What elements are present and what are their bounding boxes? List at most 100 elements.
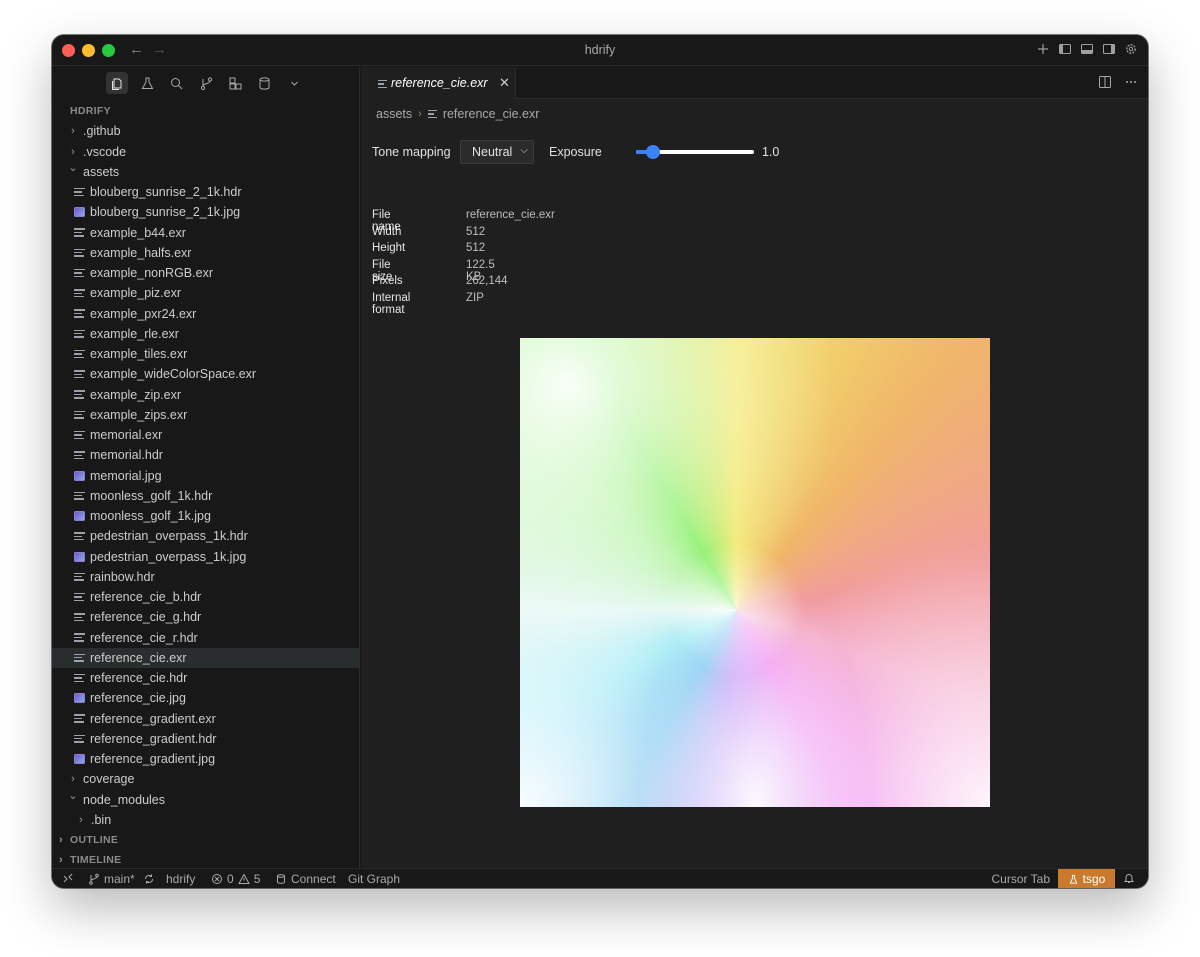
file-item[interactable]: pedestrian_overpass_1k.hdr (52, 526, 359, 546)
file-item[interactable]: reference_gradient.hdr (52, 729, 359, 749)
file-item[interactable]: reference_cie_r.hdr (52, 628, 359, 648)
breadcrumb-separator-icon: › (418, 108, 422, 120)
file-label: example_rle.exr (90, 326, 179, 341)
toggle-secondary-sidebar-icon[interactable] (1102, 42, 1116, 56)
outline-section-header[interactable]: › OUTLINE (52, 830, 359, 850)
file-item[interactable]: moonless_golf_1k.hdr (52, 486, 359, 506)
source-control-icon[interactable] (195, 72, 217, 94)
file-item[interactable]: example_zip.exr (52, 385, 359, 405)
file-item[interactable]: example_pxr24.exr (52, 304, 359, 324)
file-item[interactable]: example_wideColorSpace.exr (52, 364, 359, 384)
git-branch-icon (89, 873, 99, 885)
info-key: Internal format (372, 291, 411, 316)
file-item[interactable]: reference_cie_g.hdr (52, 607, 359, 627)
file-item[interactable]: example_halfs.exr (52, 243, 359, 263)
file-item[interactable]: example_b44.exr (52, 223, 359, 243)
testing-flask-icon[interactable] (136, 72, 158, 94)
extensions-icon[interactable] (224, 72, 246, 94)
file-label: reference_cie_r.hdr (90, 630, 198, 645)
project-name[interactable]: hdrify (166, 872, 195, 886)
folder-vscode[interactable]: › .vscode (52, 142, 359, 162)
file-item[interactable]: reference_cie.jpg (52, 688, 359, 708)
file-item[interactable]: example_piz.exr (52, 283, 359, 303)
explorer-files-icon[interactable] (106, 72, 128, 94)
file-item[interactable]: example_rle.exr (52, 324, 359, 344)
toggle-primary-sidebar-icon[interactable] (1058, 42, 1072, 56)
folder-coverage[interactable]: › coverage (52, 769, 359, 789)
file-item[interactable]: memorial.exr (52, 425, 359, 445)
notifications-bell-icon[interactable] (1123, 872, 1135, 884)
file-label: pedestrian_overpass_1k.jpg (90, 549, 247, 564)
tone-mapping-select[interactable]: Neutral ⌵ (460, 140, 534, 164)
connect-label: Connect (291, 872, 336, 886)
file-item[interactable]: memorial.hdr (52, 445, 359, 465)
file-lines-icon (74, 713, 85, 725)
tab-reference-cie-exr[interactable]: reference_cie.exr ✕ (361, 67, 516, 99)
file-item[interactable]: reference_cie_b.hdr (52, 587, 359, 607)
editor-area: reference_cie.exr ✕ assets › reference_c… (361, 67, 1148, 868)
hdr-image-preview[interactable] (520, 338, 990, 807)
file-item[interactable]: reference_cie.hdr (52, 668, 359, 688)
window-title: hdrify (584, 43, 616, 57)
file-item[interactable]: memorial.jpg (52, 466, 359, 486)
file-label: example_pxr24.exr (90, 306, 197, 321)
flask-icon (1069, 874, 1078, 884)
app-window: ← → hdrify HDRIFY › .github › .vscode ⌄ … (52, 35, 1148, 888)
file-lines-icon (74, 227, 85, 239)
folder-bin[interactable]: › .bin (52, 810, 359, 830)
folder-label: assets (83, 164, 120, 179)
problems-status[interactable]: 0 5 (211, 872, 260, 886)
tsgo-status-badge[interactable]: tsgo (1058, 869, 1115, 888)
file-lines-icon (74, 368, 85, 380)
status-bar: main* hdrify 0 5 Connect Git Graph Curso… (52, 868, 1148, 888)
file-item[interactable]: blouberg_sunrise_2_1k.jpg (52, 202, 359, 222)
breadcrumb-folder[interactable]: assets (376, 107, 412, 121)
file-item[interactable]: reference_cie.exr (52, 647, 359, 668)
folder-assets[interactable]: ⌄ assets (52, 162, 359, 182)
file-item[interactable]: example_tiles.exr (52, 344, 359, 364)
remote-indicator-icon[interactable] (62, 872, 74, 884)
exposure-slider[interactable] (636, 145, 754, 159)
tone-mapping-value: Neutral (472, 145, 513, 159)
toggle-panel-icon[interactable] (1080, 42, 1094, 56)
file-label: example_zip.exr (90, 387, 182, 402)
folder-node-modules[interactable]: ⌄ node_modules (52, 790, 359, 810)
file-lines-icon (74, 308, 85, 320)
exposure-slider-knob[interactable] (645, 145, 660, 159)
folder-github[interactable]: › .github (52, 121, 359, 141)
search-icon[interactable] (165, 72, 187, 94)
file-label: reference_cie.exr (90, 650, 187, 665)
file-item[interactable]: reference_gradient.exr (52, 709, 359, 729)
file-item[interactable]: reference_gradient.jpg (52, 749, 359, 769)
file-lines-icon (74, 571, 85, 583)
new-chat-plus-icon[interactable] (1036, 42, 1050, 56)
close-tab-icon[interactable]: ✕ (499, 75, 510, 91)
connect-status[interactable]: Connect (275, 872, 336, 886)
image-file-icon (74, 470, 85, 481)
file-label: example_piz.exr (90, 286, 182, 301)
file-item[interactable]: example_zips.exr (52, 405, 359, 425)
settings-gear-icon[interactable] (1124, 42, 1138, 56)
file-item[interactable]: blouberg_sunrise_2_1k.hdr (52, 182, 359, 202)
file-label: reference_gradient.hdr (90, 731, 217, 746)
info-key: Pixels (372, 275, 403, 288)
split-editor-icon[interactable] (1098, 75, 1112, 92)
cursor-tab-status[interactable]: Cursor Tab (992, 872, 1050, 886)
file-lines-icon (74, 348, 85, 360)
file-item[interactable]: moonless_golf_1k.jpg (52, 506, 359, 526)
more-views-chevron-icon[interactable] (283, 72, 305, 94)
breadcrumb-file[interactable]: reference_cie.exr (443, 107, 540, 121)
more-actions-icon[interactable] (1124, 75, 1138, 92)
file-item[interactable]: rainbow.hdr (52, 567, 359, 587)
file-item[interactable]: example_nonRGB.exr (52, 263, 359, 283)
info-value: reference_cie.exr (466, 209, 555, 221)
file-lines-icon (74, 733, 85, 745)
file-item[interactable]: pedestrian_overpass_1k.jpg (52, 547, 359, 567)
sync-icon (144, 874, 153, 884)
title-bar: ← → hdrify (52, 35, 1148, 66)
file-tree: HDRIFY › .github › .vscode ⌄ assets blouberg_su… (52, 101, 359, 871)
git-graph-button[interactable]: Git Graph (348, 872, 400, 886)
explorer-root-header[interactable]: HDRIFY (52, 101, 359, 121)
git-branch-status[interactable]: main* (88, 872, 155, 886)
database-icon[interactable] (253, 72, 275, 94)
